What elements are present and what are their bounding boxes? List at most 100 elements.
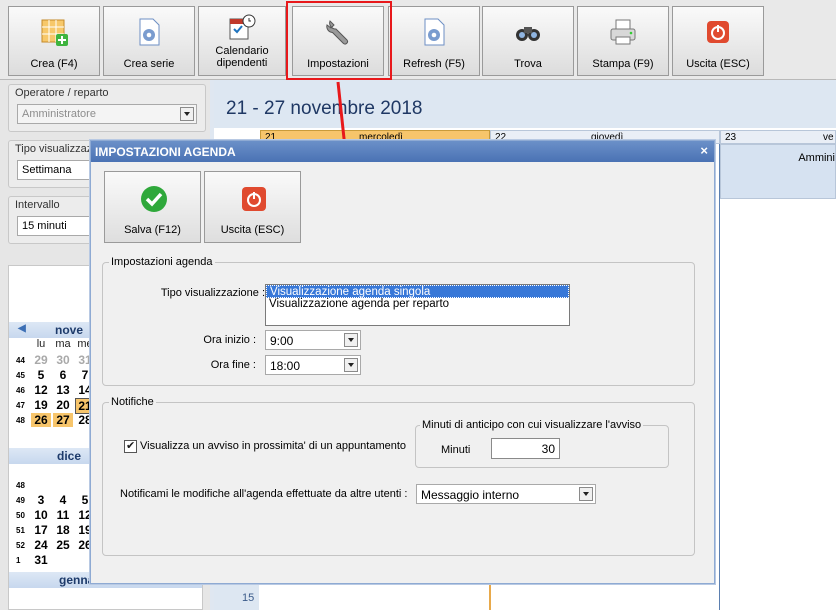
dow-label: ma xyxy=(55,338,71,350)
dialog-title: IMPOSTAZIONI AGENDA xyxy=(95,145,236,159)
calendar-day[interactable]: 31 xyxy=(31,553,51,567)
calendario-dipendenti-label: Calendario dipendenti xyxy=(215,45,269,69)
list-item[interactable]: Visualizzazione agenda per reparto xyxy=(266,298,569,311)
calendar-day[interactable]: 25 xyxy=(53,538,73,552)
week-number: 49 xyxy=(16,496,25,505)
date-range-title: 21 - 27 novembre 2018 xyxy=(226,98,423,119)
week-number: 45 xyxy=(16,371,25,380)
day-number: 23 xyxy=(725,132,737,143)
check-icon xyxy=(141,186,167,212)
gear-document-icon xyxy=(424,18,445,46)
minuti-label: Minuti xyxy=(441,444,471,456)
calendar-day[interactable]: 30 xyxy=(53,353,73,367)
week-number: 50 xyxy=(16,511,25,520)
day-divider xyxy=(719,144,720,610)
november-title: nove xyxy=(55,323,84,337)
highlight-box xyxy=(286,1,392,80)
week-number: 52 xyxy=(16,541,25,550)
operatore-select[interactable]: Amministratore xyxy=(17,104,197,124)
calendar-day[interactable]: 12 xyxy=(31,383,51,397)
calendar-day[interactable]: 26 xyxy=(31,413,51,427)
salva-label: Salva (F12) xyxy=(124,224,181,236)
resource-header: Ammini xyxy=(720,144,836,199)
ora-inizio-select[interactable]: 9:00 xyxy=(265,330,361,350)
week-number: 44 xyxy=(16,356,25,365)
avviso-checkbox[interactable] xyxy=(124,439,137,453)
crea-label: Crea (F4) xyxy=(30,58,78,70)
tipo-visualizzazione-label: Tipo visualizzazione : xyxy=(160,287,265,299)
calendar-day[interactable]: 5 xyxy=(31,368,51,382)
chevron-down-icon xyxy=(579,487,593,501)
notifiche-legend: Notifiche xyxy=(109,396,156,408)
power-icon xyxy=(242,187,266,211)
uscita-button[interactable]: Uscita (ESC) xyxy=(672,6,764,76)
ora-fine-value: 18:00 xyxy=(270,359,301,373)
chevron-down-icon xyxy=(180,107,194,121)
operatore-group: Operatore / reparto Amministratore xyxy=(8,84,206,132)
calendar-add-icon xyxy=(41,19,68,46)
binoculars-icon xyxy=(516,27,540,41)
calendar-day[interactable]: 4 xyxy=(53,493,73,507)
crea-serie-button[interactable]: Crea serie xyxy=(103,6,195,76)
minuti-input[interactable]: 30 xyxy=(491,438,560,459)
operatore-label: Operatore / reparto xyxy=(15,87,109,99)
week-number: 1 xyxy=(16,556,21,565)
calendar-day[interactable]: 18 xyxy=(53,523,73,537)
week-number: 47 xyxy=(16,401,25,410)
printer-icon xyxy=(610,19,636,45)
gear-document-icon xyxy=(139,18,160,46)
tipo-value: Settimana xyxy=(22,164,72,176)
calendar-day[interactable]: 27 xyxy=(53,413,73,427)
agenda-settings-group: Impostazioni agenda Tipo visualizzazione… xyxy=(102,256,695,386)
dialog-uscita-button[interactable]: Uscita (ESC) xyxy=(204,171,301,243)
prev-month-icon[interactable]: ◀ xyxy=(18,323,26,334)
tipo-visualizzazione-list[interactable]: Visualizzazione agenda singola Visualizz… xyxy=(265,284,570,326)
calendar-day[interactable]: 19 xyxy=(31,398,51,412)
calendar-day[interactable]: 3 xyxy=(31,493,51,507)
calendar-day[interactable]: 20 xyxy=(53,398,73,412)
refresh-label: Refresh (F5) xyxy=(403,58,465,70)
week-number: 48 xyxy=(16,481,25,490)
dialog-uscita-label: Uscita (ESC) xyxy=(220,224,285,236)
intervallo-label: Intervallo xyxy=(15,199,60,211)
stampa-button[interactable]: Stampa (F9) xyxy=(577,6,669,76)
salva-button[interactable]: Salva (F12) xyxy=(104,171,201,243)
day-name: ve xyxy=(823,132,834,143)
notifiche-group: Notifiche Visualizza un avviso in prossi… xyxy=(102,396,695,556)
ora-fine-select[interactable]: 18:00 xyxy=(265,355,361,375)
chevron-down-icon xyxy=(344,358,358,372)
intervallo-value: 15 minuti xyxy=(22,220,67,232)
calendar-day[interactable]: 29 xyxy=(31,353,51,367)
crea-button[interactable]: Crea (F4) xyxy=(8,6,100,76)
ora-fine-label: Ora fine : xyxy=(210,359,256,371)
list-item[interactable]: Visualizzazione agenda singola xyxy=(266,285,569,298)
ora-inizio-value: 9:00 xyxy=(270,334,294,348)
operatore-value: Amministratore xyxy=(22,108,96,120)
calendar-day[interactable]: 24 xyxy=(31,538,51,552)
calendar-day[interactable]: 11 xyxy=(53,508,73,522)
day-header-fri[interactable]: 23 ve xyxy=(720,130,836,144)
notifica-select[interactable]: Messaggio interno xyxy=(416,484,596,504)
notifica-label: Notificami le modifiche all'agenda effet… xyxy=(120,488,408,500)
power-icon xyxy=(707,21,729,43)
resource-name: Ammini xyxy=(798,152,835,164)
notifica-value: Messaggio interno xyxy=(421,488,520,502)
calendario-dipendenti-button[interactable]: Calendario dipendenti xyxy=(198,6,286,76)
trova-button[interactable]: Trova xyxy=(482,6,574,76)
crea-serie-label: Crea serie xyxy=(123,58,175,70)
calendar-day[interactable]: 17 xyxy=(31,523,51,537)
calendar-day[interactable]: 13 xyxy=(53,383,73,397)
anticipo-group: Minuti di anticipo con cui visualizzare … xyxy=(415,419,669,468)
dow-label: lu xyxy=(36,338,46,350)
avviso-label: Visualizza un avviso in prossimita' di u… xyxy=(140,440,407,452)
time-label: 15 xyxy=(242,592,255,604)
close-icon[interactable]: × xyxy=(700,143,708,158)
week-number: 51 xyxy=(16,526,25,535)
december-title: dice xyxy=(57,449,82,463)
calendar-day[interactable]: 10 xyxy=(31,508,51,522)
stampa-label: Stampa (F9) xyxy=(592,58,654,70)
calendar-day[interactable]: 6 xyxy=(53,368,73,382)
trova-label: Trova xyxy=(514,58,542,70)
refresh-button[interactable]: Refresh (F5) xyxy=(388,6,480,76)
uscita-label: Uscita (ESC) xyxy=(686,58,750,70)
